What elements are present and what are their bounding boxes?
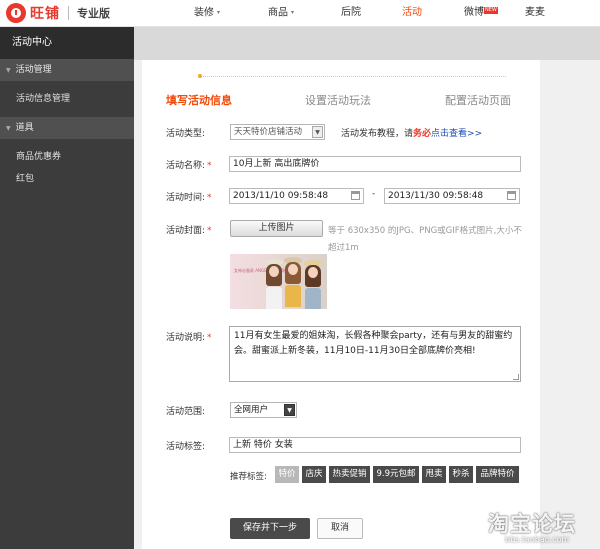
dress-shape	[305, 288, 321, 309]
brand-name: 旺铺	[30, 6, 60, 22]
sidebar-group-label: 道具	[15, 123, 34, 133]
steps-progress-line	[200, 76, 506, 77]
activity-time-label-text: 活动时间:	[166, 193, 206, 203]
current-step-dot	[198, 74, 202, 78]
sidebar-group-props[interactable]: ▼ 道具	[0, 117, 134, 139]
nav-weibo-label: 微博	[464, 7, 484, 18]
required-mark: *	[207, 333, 212, 343]
step-set-rules: 设置活动玩法	[305, 94, 371, 107]
nav-goods-label: 商品	[268, 7, 288, 19]
alarm-clock-logo-icon	[6, 3, 26, 23]
recommended-tag[interactable]: 秒杀	[449, 466, 473, 483]
sidebar-item-activity-info[interactable]: 活动信息管理	[0, 88, 134, 110]
cover-image-preview: 女神必备款 ANGEL ME 全场包邮	[230, 254, 327, 309]
tutorial-prefix: 活动发布教程，请	[341, 129, 414, 139]
sidebar-item-coupon[interactable]: 商品优惠券	[0, 146, 134, 168]
content-header-bar	[134, 27, 600, 60]
activity-desc-label: 活动说明: *	[166, 330, 212, 343]
sidebar-group-activity[interactable]: ▼ 活动管理	[0, 59, 134, 81]
tutorial-link[interactable]: 点击查看>>	[431, 129, 482, 139]
required-mark: *	[207, 193, 212, 203]
recommended-tag[interactable]: 特价	[275, 466, 299, 483]
brand-logo[interactable]: 旺铺 专业版	[6, 3, 110, 23]
activity-scope-label: 活动范围:	[166, 407, 206, 417]
chevron-down-icon: ▾	[217, 9, 221, 16]
calendar-icon[interactable]	[351, 191, 360, 200]
nav-goods[interactable]: 商品 ▾	[268, 0, 294, 26]
activity-type-value: 天天特价店铺活动	[234, 127, 303, 137]
activity-desc-label-text: 活动说明:	[166, 333, 206, 343]
activity-scope-value: 全网用户	[234, 405, 269, 415]
step-config-page: 配置活动页面	[445, 94, 511, 107]
end-time-input[interactable]: 2013/11/30 09:58:48	[384, 188, 520, 204]
tutorial-emphasis: 务必	[413, 129, 432, 139]
face-shape	[288, 264, 298, 275]
sidebar-title: 活动中心	[0, 27, 134, 59]
activity-desc-value: 11月有女生最爱的姐妹淘，长假各种聚会party，还有与男友的甜蜜约会。甜蜜派上…	[234, 331, 513, 356]
brand-edition: 专业版	[77, 7, 110, 20]
recommended-tag[interactable]: 店庆	[302, 466, 326, 483]
cancel-button[interactable]: 取消	[317, 518, 363, 539]
divider	[68, 6, 69, 20]
required-mark: *	[207, 226, 212, 236]
activity-time-label: 活动时间: *	[166, 190, 212, 203]
cover-upload-hint: 等于 630x350 的JPG、PNG或GIF格式图片,大小不超过1m	[328, 226, 522, 253]
activity-tags-input[interactable]: 上新 特价 女装	[229, 437, 521, 453]
nav-maimai[interactable]: 麦麦	[525, 0, 545, 26]
end-time-value: 2013/11/30 09:58:48	[388, 191, 484, 201]
activity-name-input[interactable]: 10月上新 高出底牌价	[229, 156, 521, 172]
activity-type-label: 活动类型:	[166, 129, 206, 139]
tutorial-notice: 活动发布教程，请务必点击查看>>	[341, 126, 482, 139]
activity-scope-select[interactable]: 全网用户 ▼	[230, 402, 297, 418]
nav-weibo[interactable]: 微博NEW	[464, 0, 498, 26]
time-range-separator: -	[372, 189, 376, 199]
resize-handle-icon[interactable]	[513, 374, 519, 380]
watermark-url: bbs.taobao.com	[505, 535, 570, 544]
chevron-down-icon: ▾	[291, 9, 295, 16]
start-time-value: 2013/11/10 09:58:48	[233, 191, 329, 201]
collapse-arrow-icon: ▼	[6, 67, 11, 74]
recommended-tag[interactable]: 9.9元包邮	[373, 466, 419, 483]
step-fill-info: 填写活动信息	[166, 94, 232, 107]
face-shape	[269, 266, 279, 277]
sidebar: 活动中心 ▼ 活动管理 活动信息管理 ▼ 道具 商品优惠券 红包	[0, 27, 134, 549]
face-shape	[308, 267, 318, 278]
required-mark: *	[207, 161, 212, 171]
recommended-tag[interactable]: 甩卖	[422, 466, 446, 483]
watermark-title: 淘宝论坛	[488, 512, 576, 536]
top-navigation-bar: 旺铺 专业版 装修 ▾ 商品 ▾ 后院 活动 微博NEW 麦麦	[0, 0, 600, 27]
start-time-input[interactable]: 2013/11/10 09:58:48	[229, 188, 364, 204]
activity-cover-label: 活动封面: *	[166, 223, 212, 236]
dropdown-arrow-icon: ▼	[284, 404, 295, 416]
calendar-icon[interactable]	[507, 191, 516, 200]
activity-name-label: 活动名称: *	[166, 158, 212, 171]
sidebar-group-label: 活动管理	[15, 65, 52, 75]
recommended-tag[interactable]: 品牌特价	[476, 466, 519, 483]
dropdown-arrow-icon: ▼	[312, 126, 323, 138]
upload-image-button[interactable]: 上传图片	[230, 220, 323, 237]
sidebar-item-red-packet[interactable]: 红包	[0, 168, 134, 190]
recommended-tags-label: 推荐标签:	[230, 472, 267, 482]
activity-desc-textarea[interactable]: 11月有女生最爱的姐妹淘，长假各种聚会party，还有与男友的甜蜜约会。甜蜜派上…	[229, 326, 521, 382]
dress-shape	[266, 287, 282, 309]
activity-tags-label: 活动标签:	[166, 442, 206, 452]
nav-decorate[interactable]: 装修 ▾	[194, 0, 220, 26]
collapse-arrow-icon: ▼	[6, 125, 11, 132]
save-and-next-button[interactable]: 保存并下一步	[230, 518, 310, 539]
activity-name-label-text: 活动名称:	[166, 161, 206, 171]
nav-decorate-label: 装修	[194, 7, 214, 19]
activity-type-select[interactable]: 天天特价店铺活动 ▼	[230, 124, 325, 140]
recommended-tag[interactable]: 热卖促销	[329, 466, 370, 483]
nav-activity[interactable]: 活动	[402, 0, 422, 26]
nav-backyard[interactable]: 后院	[341, 0, 361, 26]
new-badge: NEW	[484, 7, 498, 14]
dress-shape	[285, 285, 301, 307]
activity-cover-label-text: 活动封面:	[166, 226, 206, 236]
